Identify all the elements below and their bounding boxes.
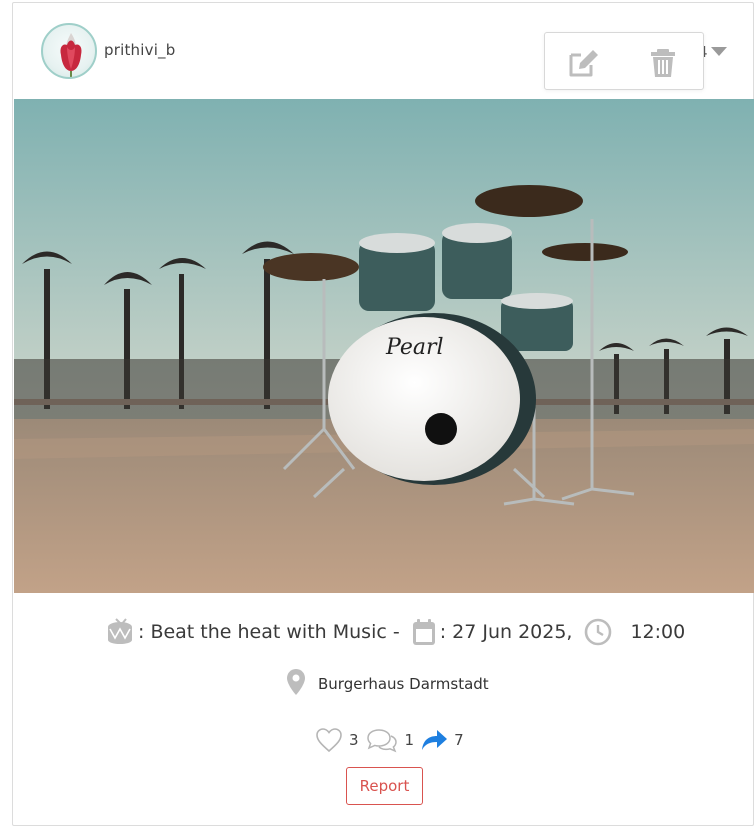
post-action-menu — [544, 32, 704, 90]
like-button[interactable]: 3 — [315, 727, 365, 753]
event-date: : 27 Jun 2025, — [439, 621, 573, 643]
drum-kit-photo: Pearl — [14, 99, 754, 593]
svg-text:Pearl: Pearl — [385, 335, 444, 360]
trash-icon — [651, 49, 675, 77]
event-location: Burgerhaus Darmstadt — [286, 669, 489, 699]
edit-button[interactable] — [567, 47, 601, 79]
location-name: Burgerhaus Darmstadt — [318, 675, 489, 693]
comments-icon — [366, 729, 397, 753]
heart-icon — [316, 728, 342, 753]
drum-icon — [106, 618, 134, 646]
edit-icon — [569, 50, 598, 77]
likes-count: 3 — [349, 731, 359, 749]
post-card: prithivi_b 4 — [12, 2, 754, 826]
clock-icon — [584, 618, 612, 646]
comment-button[interactable]: 1 — [365, 727, 421, 753]
report-button[interactable]: Report — [346, 767, 423, 805]
shares-count: 7 — [454, 731, 464, 749]
caret-down-icon[interactable] — [711, 47, 727, 56]
tulip-icon — [60, 33, 82, 77]
post-stats: 3 1 7 — [315, 725, 470, 755]
author-username[interactable]: prithivi_b — [104, 41, 175, 59]
event-details: : Beat the heat with Music - : 27 Jun 20… — [106, 617, 685, 647]
event-title: : Beat the heat with Music - — [138, 621, 400, 643]
avatar[interactable] — [41, 23, 97, 79]
delete-button[interactable] — [646, 47, 680, 79]
comments-count: 1 — [404, 731, 415, 749]
share-arrow-icon — [422, 730, 448, 750]
calendar-icon — [412, 618, 436, 646]
event-time: 12:00 — [630, 621, 686, 643]
post-image[interactable]: Pearl — [14, 99, 754, 593]
share-button[interactable]: 7 — [420, 727, 470, 753]
post-header: prithivi_b 4 — [13, 3, 753, 99]
location-pin-icon — [286, 668, 306, 700]
